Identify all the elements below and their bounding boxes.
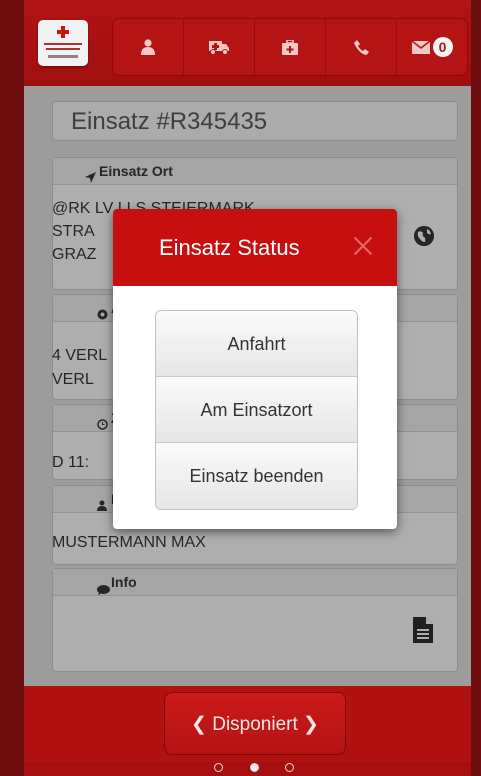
nav-group: 0 xyxy=(112,18,468,76)
chevron-right-icon: ❯ xyxy=(303,714,319,735)
phone-icon xyxy=(353,39,369,55)
app-frame: 0 Einsatz #R345435 Einsatz Ort @RK LV LL… xyxy=(24,0,471,776)
status-modal: Einsatz Status Anfahrt Am Einsatzort Ein… xyxy=(113,209,397,529)
close-icon[interactable] xyxy=(353,235,373,255)
status-option-einsatz-beenden[interactable]: Einsatz beenden xyxy=(156,443,357,509)
status-option-am-einsatzort[interactable]: Am Einsatzort xyxy=(156,377,357,443)
modal-title: Einsatz Status xyxy=(159,235,300,260)
nav-medkit-button[interactable] xyxy=(255,19,326,75)
page-indicator xyxy=(214,763,294,775)
nav-phone-button[interactable] xyxy=(326,19,397,75)
red-cross-logo xyxy=(38,20,88,66)
page-dot-active[interactable] xyxy=(249,763,259,772)
envelope-icon xyxy=(411,40,430,54)
user-icon xyxy=(141,39,155,55)
status-button[interactable]: ❮ Disponiert ❯ xyxy=(164,692,346,755)
medkit-icon xyxy=(282,39,298,55)
ambulance-icon xyxy=(209,41,229,55)
top-bar: 0 xyxy=(24,0,471,86)
nav-user-button[interactable] xyxy=(113,19,184,75)
messages-badge: 0 xyxy=(432,37,453,57)
nav-messages-button[interactable]: 0 xyxy=(397,19,467,75)
status-option-anfahrt[interactable]: Anfahrt xyxy=(156,311,357,377)
nav-ambulance-button[interactable] xyxy=(184,19,255,75)
modal-header: Einsatz Status xyxy=(113,209,397,286)
page-dot[interactable] xyxy=(285,763,294,772)
page-dot[interactable] xyxy=(214,763,223,772)
status-options: Anfahrt Am Einsatzort Einsatz beenden xyxy=(155,310,358,510)
chevron-left-icon: ❮ xyxy=(191,714,207,735)
